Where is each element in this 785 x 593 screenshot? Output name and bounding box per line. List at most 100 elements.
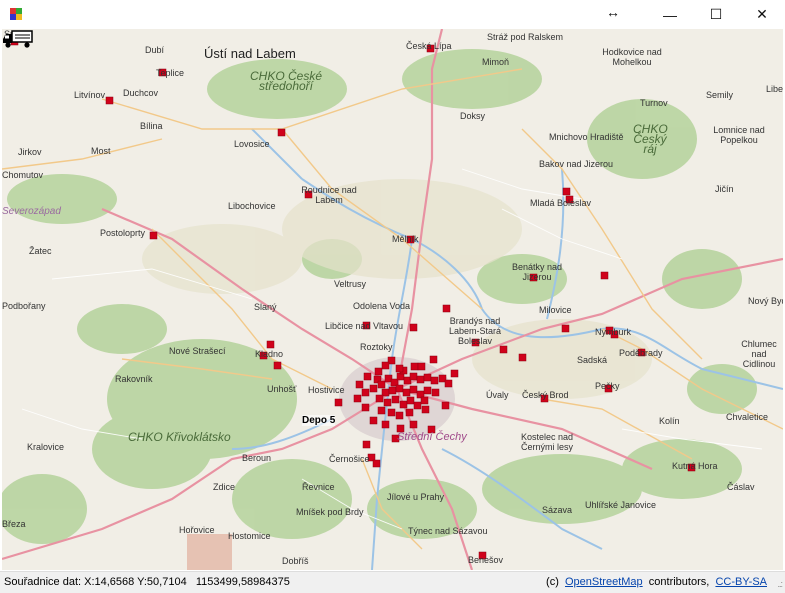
location-marker[interactable]	[399, 400, 408, 409]
map-view[interactable]: Suyou Dubí Ústí nad Labem Česká Lípa Str…	[2, 29, 783, 570]
location-marker[interactable]	[402, 388, 411, 397]
location-marker[interactable]	[429, 355, 438, 364]
place-label: Dubí	[145, 45, 165, 55]
location-marker[interactable]	[499, 345, 508, 354]
location-marker[interactable]	[416, 375, 425, 384]
map-background	[2, 29, 783, 570]
location-marker[interactable]	[450, 369, 459, 378]
close-button[interactable]: ✕	[739, 0, 785, 29]
place-label: CHKO České středohoří	[249, 69, 323, 93]
place-label: Mnichovo Hradiště	[549, 132, 624, 142]
location-marker[interactable]	[334, 398, 343, 407]
place-label: Zdice	[213, 482, 236, 492]
place-label: Teplice	[156, 68, 185, 78]
location-marker[interactable]	[417, 362, 426, 371]
place-label: Chomutov	[2, 170, 44, 180]
location-marker[interactable]	[442, 304, 451, 313]
place-label: Hořovice	[179, 525, 215, 535]
location-marker[interactable]	[266, 340, 275, 349]
location-marker[interactable]	[383, 398, 392, 407]
maximize-button[interactable]: ☐	[693, 0, 739, 29]
location-marker[interactable]	[377, 380, 386, 389]
place-label: Benešov	[468, 555, 504, 565]
place-label: Sadská	[577, 355, 608, 365]
location-marker[interactable]	[387, 408, 396, 417]
location-marker[interactable]	[420, 396, 429, 405]
place-label: Turnov	[640, 98, 668, 108]
location-marker[interactable]	[518, 353, 527, 362]
location-marker[interactable]	[388, 386, 397, 395]
app-icon[interactable]	[10, 8, 22, 20]
resize-grip-icon[interactable]: ..:	[777, 579, 782, 589]
location-marker[interactable]	[377, 406, 386, 415]
place-label: Ústí nad Labem	[204, 46, 296, 61]
location-marker[interactable]	[149, 231, 158, 240]
place-label: Chlumec nad Cidlinou	[741, 339, 777, 369]
minimize-button[interactable]: —	[647, 0, 693, 29]
place-label: CHKO Křivoklátsko	[128, 430, 231, 444]
location-marker[interactable]	[361, 403, 370, 412]
truck-icon[interactable]	[2, 29, 36, 49]
location-marker[interactable]	[375, 394, 384, 403]
place-label: Brandýs nad Labem-Stará Boleslav	[448, 316, 502, 346]
location-marker[interactable]	[409, 420, 418, 429]
place-label: CHKO Český ráj	[633, 122, 668, 156]
place-label: Čáslav	[727, 482, 755, 492]
location-marker[interactable]	[409, 385, 418, 394]
place-label: Podbořany	[2, 301, 46, 311]
location-marker[interactable]	[409, 372, 418, 381]
location-marker[interactable]	[430, 376, 439, 385]
location-marker[interactable]	[406, 396, 415, 405]
place-label: Jičín	[715, 184, 734, 194]
place-label: Benátky nad Jizerou	[511, 262, 563, 282]
location-marker[interactable]	[277, 128, 286, 137]
place-label: Slaný	[254, 302, 277, 312]
place-label: Rakovník	[115, 374, 153, 384]
location-marker[interactable]	[600, 271, 609, 280]
place-label: Březa	[2, 519, 26, 529]
location-marker[interactable]	[273, 361, 282, 370]
location-marker[interactable]	[391, 395, 400, 404]
location-marker[interactable]	[395, 364, 404, 373]
place-label: Roztoky	[360, 342, 393, 352]
place-label: Pečky	[595, 381, 620, 391]
location-marker[interactable]	[431, 388, 440, 397]
location-marker[interactable]	[372, 459, 381, 468]
location-marker[interactable]	[423, 373, 432, 382]
resize-cursor-icon: ↔	[606, 4, 620, 20]
location-marker[interactable]	[369, 384, 378, 393]
location-marker[interactable]	[413, 401, 422, 410]
cc-by-sa-link[interactable]: CC-BY-SA	[715, 576, 767, 588]
location-marker[interactable]	[381, 361, 390, 370]
location-marker[interactable]	[409, 323, 418, 332]
location-marker[interactable]	[361, 388, 370, 397]
place-label: Střední Čechy	[397, 431, 467, 443]
location-marker[interactable]	[363, 372, 372, 381]
location-marker[interactable]	[369, 416, 378, 425]
place-label: Mladá Boleslav	[530, 198, 592, 208]
location-marker[interactable]	[562, 187, 571, 196]
location-marker[interactable]	[561, 324, 570, 333]
location-marker[interactable]	[423, 386, 432, 395]
location-marker[interactable]	[362, 440, 371, 449]
place-label: Žatec	[29, 246, 52, 256]
location-marker[interactable]	[405, 408, 414, 417]
location-marker[interactable]	[444, 379, 453, 388]
location-marker[interactable]	[395, 384, 404, 393]
location-marker[interactable]	[353, 394, 362, 403]
place-label: Kolín	[659, 416, 680, 426]
place-label: Lovosice	[234, 139, 270, 149]
location-marker[interactable]	[381, 420, 390, 429]
location-marker[interactable]	[374, 367, 383, 376]
location-marker[interactable]	[421, 405, 430, 414]
openstreetmap-link[interactable]: OpenStreetMap	[565, 576, 643, 588]
location-marker[interactable]	[395, 411, 404, 420]
location-marker[interactable]	[410, 362, 419, 371]
location-marker[interactable]	[355, 380, 364, 389]
place-label: Hostivice	[308, 385, 345, 395]
place-label: Hodkovice nad Mohelkou	[602, 47, 662, 67]
location-marker[interactable]	[441, 401, 450, 410]
location-marker[interactable]	[105, 96, 114, 105]
place-label: Řevnice	[302, 482, 335, 492]
place-label: Sázava	[542, 505, 573, 515]
